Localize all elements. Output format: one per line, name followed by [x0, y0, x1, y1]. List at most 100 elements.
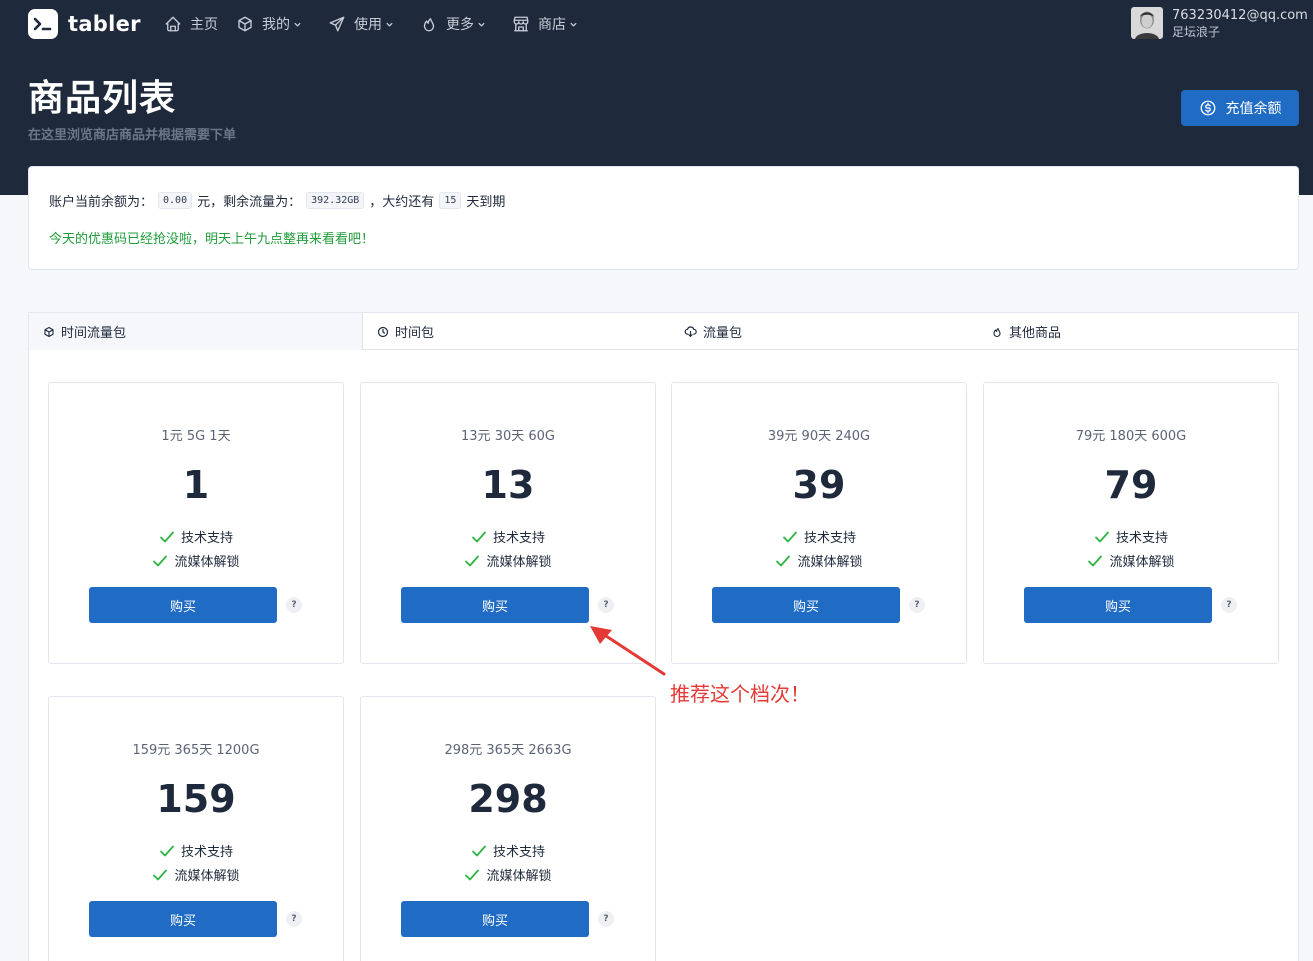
- product-price: 159: [156, 777, 236, 821]
- feature-item: 技术支持: [361, 527, 655, 546]
- feature-item: 技术支持: [984, 527, 1278, 546]
- annotation-arrow: [590, 626, 666, 676]
- help-icon[interactable]: ?: [909, 597, 925, 613]
- feature-item: 流媒体解锁: [361, 551, 655, 570]
- promo-message: 今天的优惠码已经抢没啦，明天上午九点整再来看看吧！: [49, 232, 375, 247]
- tab-other[interactable]: 其他商品: [991, 313, 1061, 350]
- product-title: 39元 90天 240G: [767, 429, 871, 444]
- check-icon: [160, 845, 174, 856]
- tab-label: 时间流量包: [61, 326, 127, 341]
- tab-traffic[interactable]: 流量包: [684, 313, 742, 350]
- product-price: 13: [481, 463, 535, 507]
- flame-icon: [423, 18, 435, 32]
- feature-item: 流媒体解锁: [361, 865, 655, 884]
- check-icon: [1095, 531, 1109, 542]
- balance-unit: 元，剩余流量为：: [197, 195, 302, 210]
- product-card: 39元 90天 240G 39 技术支持流媒体解锁购买?: [671, 382, 967, 664]
- clock-icon: [377, 326, 389, 337]
- nav-item-use[interactable]: 使用: [328, 14, 402, 34]
- product-tabs: 时间流量包 时间包 流量包 其他商品: [28, 312, 1299, 350]
- buy-button[interactable]: 购买: [401, 587, 589, 623]
- nav-item-more[interactable]: 更多: [420, 14, 494, 34]
- feature-item: 技术支持: [672, 527, 966, 546]
- feature-item: 流媒体解锁: [672, 551, 966, 570]
- account-info-card: 账户当前余额为： 0.00 元，剩余流量为： 392.32GB ，大约还有 15…: [28, 166, 1299, 270]
- check-icon: [776, 555, 791, 566]
- tab-time-traffic[interactable]: 时间流量包: [29, 313, 363, 350]
- account-summary: 账户当前余额为： 0.00 元，剩余流量为： 392.32GB ，大约还有 15…: [49, 191, 505, 210]
- feature-item: 技术支持: [361, 841, 655, 860]
- product-card: 1元 5G 1天 1 技术支持 流媒体解锁 购买?: [48, 382, 344, 664]
- user-email: 763230412@qq.com: [1172, 8, 1308, 23]
- feature-label: 流媒体解锁: [174, 555, 240, 570]
- feature-label: 流媒体解锁: [486, 869, 552, 884]
- nav-label: 商店: [538, 17, 566, 33]
- nav-label: 使用: [354, 17, 382, 33]
- nav-item-home[interactable]: 主页: [164, 14, 218, 34]
- buy-button[interactable]: 购买: [89, 587, 277, 623]
- tab-label: 时间包: [395, 326, 435, 341]
- buy-button[interactable]: 购买: [401, 901, 589, 937]
- feature-item: 技术支持: [49, 841, 343, 860]
- flame-icon: [993, 327, 1001, 337]
- check-icon: [465, 555, 480, 566]
- feature-label: 流媒体解锁: [174, 869, 240, 884]
- feature-item: 流媒体解锁: [49, 551, 343, 570]
- feature-label: 技术支持: [492, 845, 545, 860]
- feature-item: 流媒体解锁: [984, 551, 1278, 570]
- nav-label: 更多: [446, 17, 474, 33]
- product-price: 298: [468, 777, 548, 821]
- tabler-logo-icon: [28, 9, 58, 39]
- tab-time[interactable]: 时间包: [377, 313, 434, 350]
- feature-label: 流媒体解锁: [486, 555, 552, 570]
- avatar: [1131, 7, 1163, 39]
- help-icon[interactable]: ?: [286, 597, 302, 613]
- product-title: 13元 30天 60G: [461, 429, 555, 444]
- feature-item: 技术支持: [49, 527, 343, 546]
- cloud-download-icon: [684, 326, 697, 337]
- user-menu[interactable]: 763230412@qq.com 足坛浪子: [1131, 7, 1308, 40]
- product-card: 298元 365天 2663G 298 技术支持流媒体解锁购买?: [360, 696, 656, 961]
- help-icon[interactable]: ?: [286, 911, 302, 927]
- check-icon: [1088, 555, 1103, 566]
- check-icon: [153, 869, 168, 880]
- send-icon: [329, 16, 345, 32]
- feature-label: 技术支持: [1115, 531, 1168, 546]
- balance-value: 0.00: [158, 192, 193, 209]
- recharge-label: 充值余额: [1225, 101, 1282, 117]
- buy-button[interactable]: 购买: [1024, 587, 1212, 623]
- check-icon: [783, 531, 797, 542]
- check-icon: [472, 845, 486, 856]
- tab-label: 流量包: [703, 326, 743, 341]
- traffic-value: 392.32GB: [306, 192, 365, 209]
- feature-label: 技术支持: [180, 531, 233, 546]
- balance-prefix: 账户当前余额为：: [49, 195, 154, 210]
- home-icon: [165, 16, 181, 32]
- brand-logo[interactable]: tabler: [28, 9, 141, 39]
- recharge-button[interactable]: 充值余额: [1181, 90, 1299, 126]
- help-icon[interactable]: ?: [598, 597, 614, 613]
- buy-button[interactable]: 购买: [89, 901, 277, 937]
- main-nav: 主页 我的 使用 更多 商店: [164, 14, 604, 34]
- check-icon: [153, 555, 168, 566]
- product-title: 159元 365天 1200G: [132, 743, 260, 758]
- nav-item-store[interactable]: 商店: [512, 14, 586, 34]
- page-title: 商品列表: [28, 78, 177, 119]
- buy-button[interactable]: 购买: [712, 587, 900, 623]
- feature-label: 技术支持: [492, 531, 545, 546]
- product-price: 39: [792, 463, 846, 507]
- user-name: 足坛浪子: [1172, 25, 1221, 39]
- help-icon[interactable]: ?: [1221, 597, 1237, 613]
- product-card: 159元 365天 1200G 159 技术支持流媒体解锁购买?: [48, 696, 344, 961]
- check-icon: [465, 869, 480, 880]
- product-title: 79元 180天 600G: [1075, 429, 1187, 444]
- product-title: 298元 365天 2663G: [444, 743, 572, 758]
- store-icon: [513, 16, 529, 32]
- coin-icon: [1200, 100, 1215, 116]
- nav-item-mine[interactable]: 我的: [236, 14, 310, 34]
- product-price: 79: [1104, 463, 1158, 507]
- help-icon[interactable]: ?: [598, 911, 614, 927]
- chevron-down-icon: [570, 22, 577, 27]
- feature-label: 流媒体解锁: [1109, 555, 1175, 570]
- recommend-annotation: 推荐这个档次！: [670, 682, 810, 706]
